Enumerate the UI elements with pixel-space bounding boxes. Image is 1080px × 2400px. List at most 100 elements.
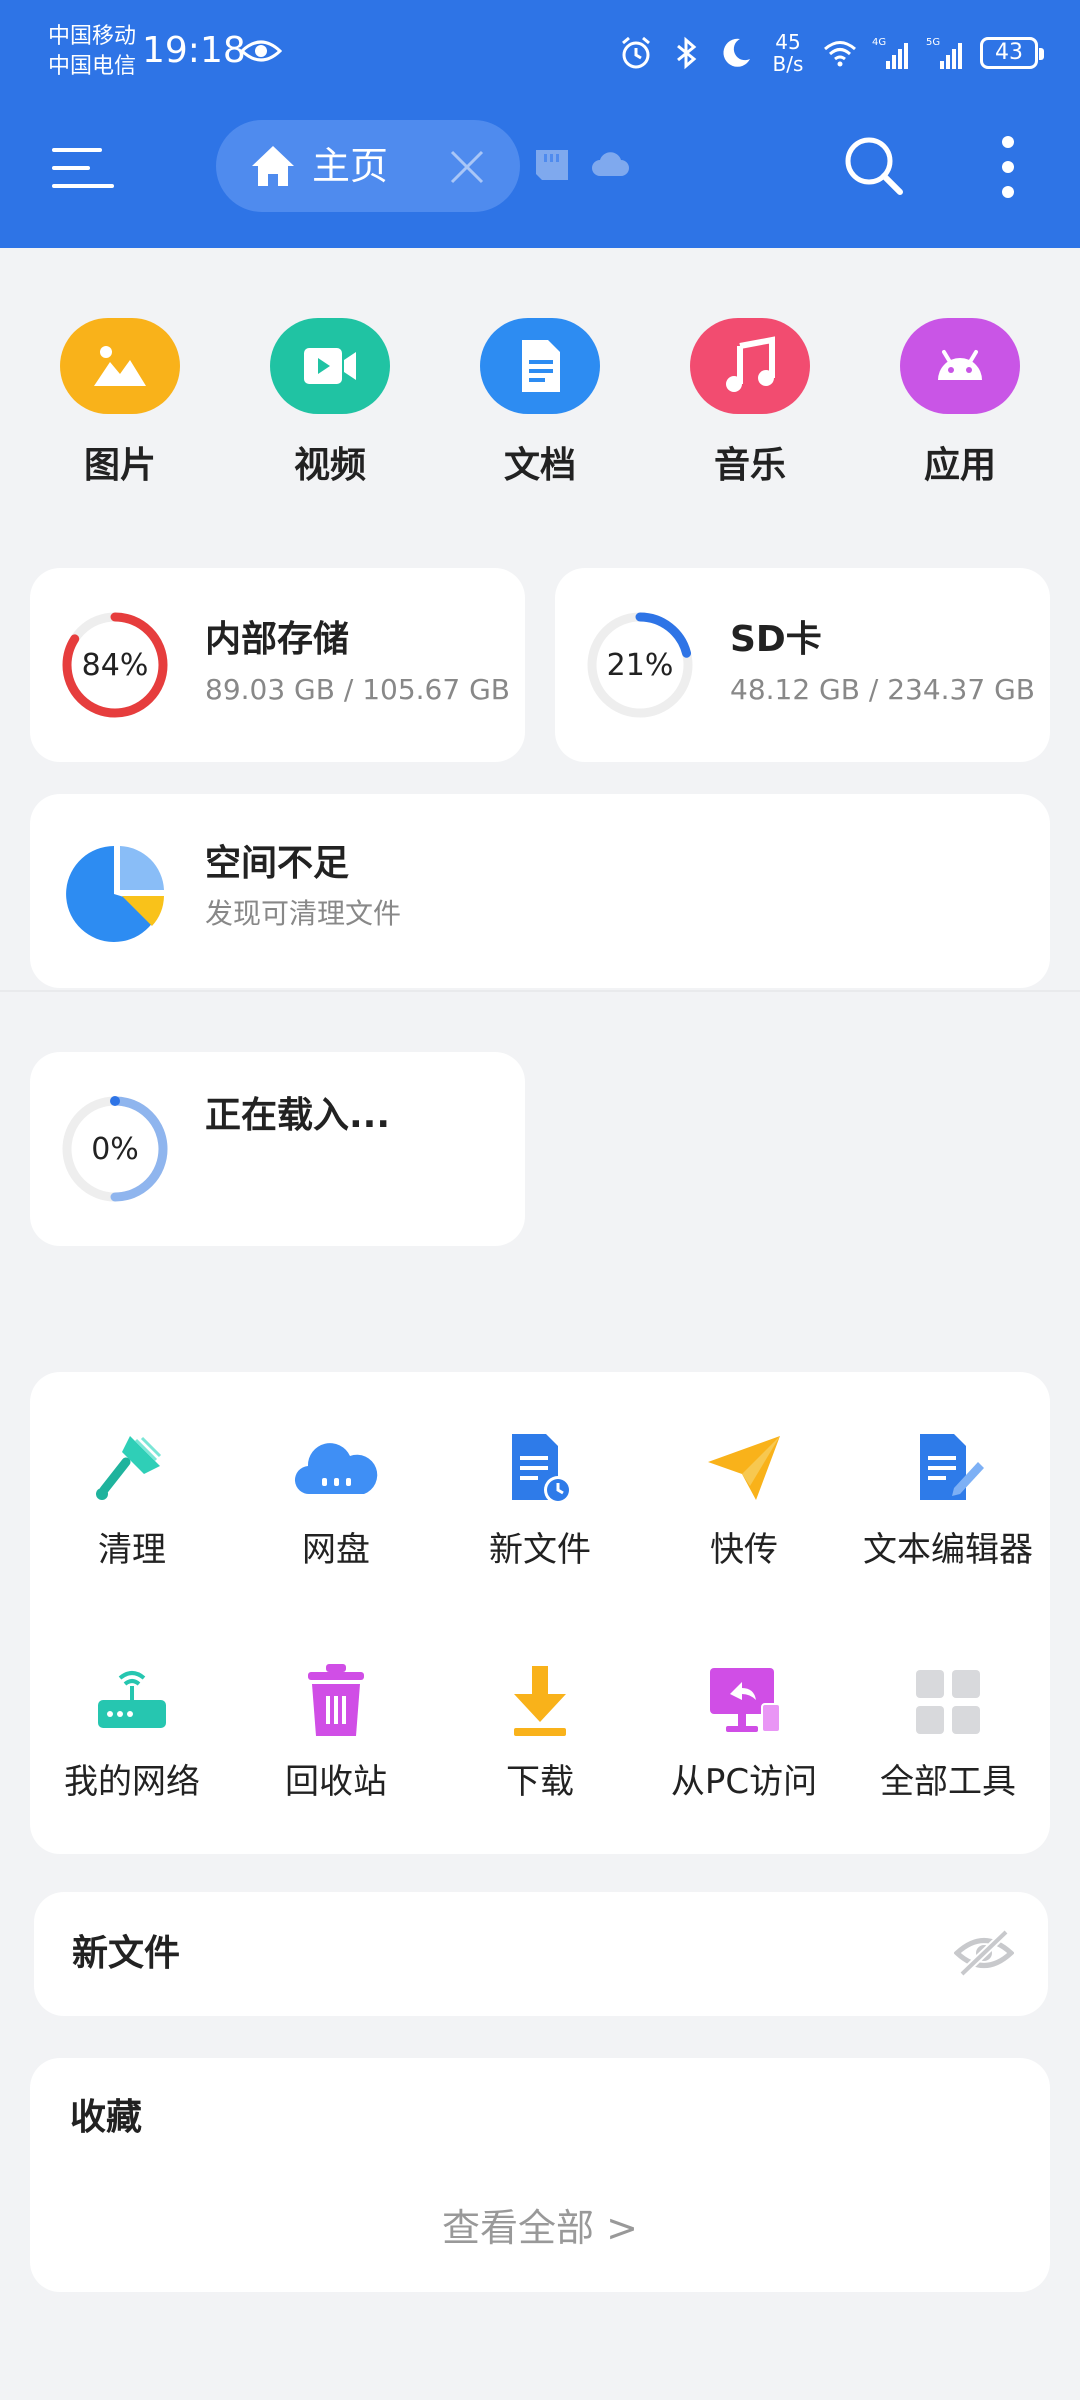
loading-percent: 0% — [91, 1131, 139, 1167]
pie-chart-icon — [66, 846, 164, 942]
tool-label: 清理 — [98, 1530, 166, 1570]
internal-storage-ring: 84% — [60, 610, 170, 720]
toolbar: 主页 — [0, 110, 1080, 248]
net-speed-value: 45 — [775, 30, 801, 54]
tool-cloud-drive[interactable]: 网盘 — [234, 1428, 438, 1572]
category-label: 音乐 — [713, 445, 786, 486]
loading-storage-card[interactable]: 0% 正在载入... — [30, 1052, 525, 1246]
android-icon — [900, 318, 1020, 414]
category-videos[interactable]: 视频 — [250, 318, 410, 490]
tab-home[interactable]: 主页 — [216, 120, 520, 212]
alarm-icon — [622, 36, 650, 69]
carrier-2: 中国电信 — [48, 54, 137, 79]
tool-label: 从PC访问 — [670, 1762, 818, 1802]
category-row: 图片 视频 文档 音乐 应用 — [0, 318, 1080, 498]
tool-text-editor[interactable]: 文本编辑器 — [846, 1428, 1050, 1572]
sd-storage-title: SD卡 — [730, 619, 822, 660]
image-icon — [60, 318, 180, 414]
internal-storage-card[interactable]: 84% 内部存储 89.03 GB / 105.67 GB — [30, 568, 525, 762]
low-space-title: 空间不足 — [205, 843, 350, 884]
category-label: 视频 — [293, 445, 366, 486]
carriers: 中国移动 中国电信 — [48, 22, 136, 82]
sd-storage-usage: 48.12 GB / 234.37 GB — [730, 673, 1035, 706]
sd-storage-percent: 21% — [606, 647, 674, 683]
new-files-card[interactable]: 新文件 — [34, 1892, 1048, 2016]
svg-text:5G: 5G — [926, 37, 940, 48]
sd-card-icon[interactable] — [532, 148, 572, 182]
tool-download[interactable]: 下载 — [438, 1660, 642, 1804]
cloud-icon[interactable] — [590, 148, 630, 178]
cloud-drive-icon — [294, 1443, 378, 1495]
tool-label: 网盘 — [302, 1530, 370, 1570]
internal-storage-percent: 84% — [81, 647, 149, 683]
tool-label: 全部工具 — [880, 1762, 1016, 1802]
pc-access-icon — [710, 1668, 781, 1733]
category-music[interactable]: 音乐 — [670, 318, 830, 490]
tool-my-network[interactable]: 我的网络 — [30, 1660, 234, 1804]
favorites-card: 收藏 查看全部 > — [30, 2058, 1050, 2292]
eye-off-icon[interactable] — [954, 1928, 1014, 1978]
grid-icon — [916, 1670, 980, 1734]
tool-label: 快传 — [710, 1530, 778, 1570]
low-space-card[interactable]: 空间不足 发现可清理文件 — [30, 794, 1050, 988]
tool-label: 下载 — [506, 1762, 574, 1802]
status-bar: 中国移动 中国电信 19:18 45 B/s 4G 5G 43 — [0, 0, 1080, 110]
tool-quick-transfer[interactable]: 快传 — [642, 1428, 846, 1572]
net-speed-unit: B/s — [772, 52, 804, 76]
text-editor-icon — [920, 1434, 984, 1500]
download-icon — [514, 1666, 566, 1736]
menu-button[interactable] — [50, 138, 116, 198]
category-label: 文档 — [503, 445, 576, 486]
music-icon — [690, 318, 810, 414]
tools-panel: 清理 网盘 新文件 快传 文本编辑器 我的网络 回收站 下载 从PC访问 全部工… — [30, 1372, 1050, 1854]
net-speed: 45 B/s — [768, 31, 808, 75]
signal-5g-icon: 5G — [926, 37, 962, 69]
document-icon — [480, 318, 600, 414]
broom-icon — [96, 1436, 162, 1500]
carrier-1: 中国移动 — [48, 24, 137, 49]
signal-4g-icon: 4G — [872, 37, 908, 69]
favorites-title: 收藏 — [70, 2097, 143, 2138]
category-label: 图片 — [83, 445, 156, 486]
close-icon[interactable] — [448, 148, 486, 186]
view-all-link[interactable]: 查看全部 > — [30, 2204, 1050, 2252]
eye-comfort-icon — [240, 40, 282, 62]
moon-icon — [723, 38, 750, 67]
category-label: 应用 — [923, 445, 996, 486]
internal-storage-usage: 89.03 GB / 105.67 GB — [205, 673, 510, 706]
svg-text:4G: 4G — [872, 37, 886, 48]
sd-storage-ring: 21% — [585, 610, 695, 720]
loading-ring: 0% — [60, 1094, 170, 1204]
tab-home-label: 主页 — [312, 144, 389, 188]
sd-card-storage-card[interactable]: 21% SD卡 48.12 GB / 234.37 GB — [555, 568, 1050, 762]
tool-label: 回收站 — [285, 1762, 387, 1802]
battery-indicator: 43 — [980, 37, 1044, 69]
tool-recycle-bin[interactable]: 回收站 — [234, 1660, 438, 1804]
video-icon — [270, 318, 390, 414]
status-time: 19:18 — [142, 30, 246, 71]
tool-clean[interactable]: 清理 — [30, 1428, 234, 1572]
bluetooth-icon — [677, 36, 697, 70]
low-space-subtitle: 发现可清理文件 — [205, 897, 402, 930]
tool-label: 新文件 — [489, 1530, 591, 1570]
battery-level: 43 — [995, 40, 1023, 65]
more-options-icon[interactable] — [990, 132, 1026, 202]
divider — [0, 990, 1080, 992]
router-icon — [98, 1671, 166, 1728]
status-icons: 45 B/s 4G 5G 43 — [618, 28, 1044, 78]
tool-new-files[interactable]: 新文件 — [438, 1428, 642, 1572]
category-images[interactable]: 图片 — [40, 318, 200, 490]
paper-plane-icon — [708, 1436, 780, 1500]
tool-all-tools[interactable]: 全部工具 — [846, 1660, 1050, 1804]
category-apps[interactable]: 应用 — [880, 318, 1040, 490]
loading-title: 正在载入... — [205, 1095, 391, 1136]
category-documents[interactable]: 文档 — [460, 318, 620, 490]
app-header: 中国移动 中国电信 19:18 45 B/s 4G 5G 43 主页 — [0, 0, 1080, 248]
trash-icon — [308, 1664, 364, 1736]
new-files-title: 新文件 — [72, 1933, 181, 1974]
home-icon — [252, 146, 294, 186]
internal-storage-title: 内部存储 — [205, 619, 350, 660]
tool-label: 我的网络 — [64, 1762, 200, 1802]
search-icon[interactable] — [842, 134, 906, 198]
tool-pc-access[interactable]: 从PC访问 — [642, 1660, 846, 1804]
